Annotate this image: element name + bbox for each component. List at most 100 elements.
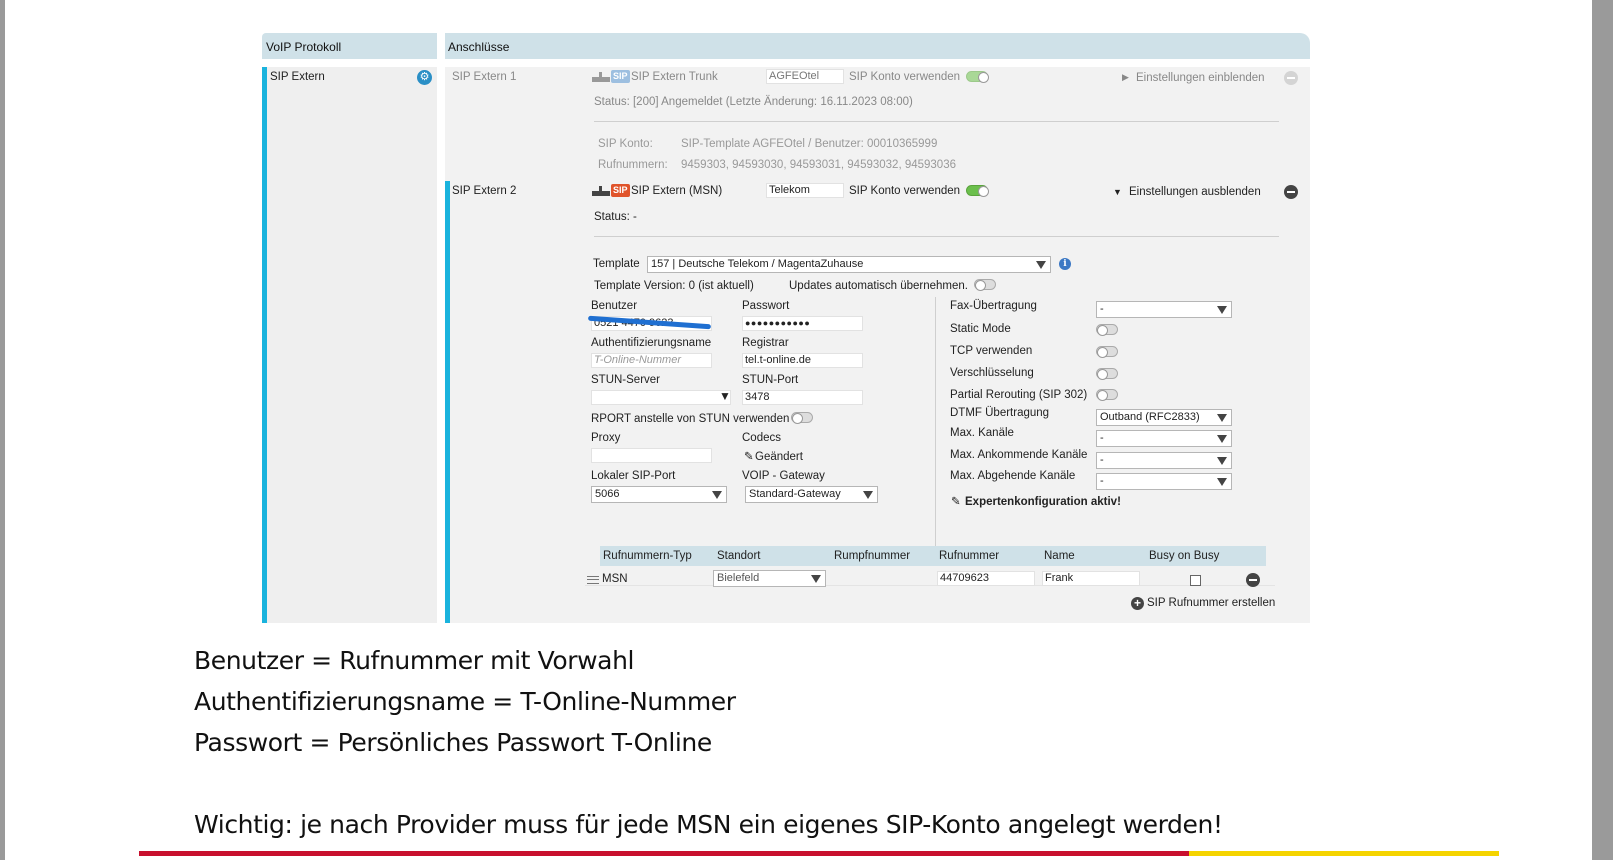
account-1-provider-field[interactable]: AGFEOtel [766,69,844,84]
plus-icon[interactable]: + [1131,597,1144,610]
static-mode-label: Static Mode [950,323,1011,335]
max-out-label: Max. Abgehende Kanäle [950,470,1076,482]
encryption-label: Verschlüsselung [950,367,1034,379]
local-port-label: Lokaler SIP-Port [591,470,676,482]
busy-on-busy-checkbox[interactable] [1190,575,1201,586]
account-1-name: SIP Extern 1 [452,71,517,83]
account-2-type: SIP Extern (MSN) [631,185,723,197]
name-field[interactable]: Frank [1042,571,1140,586]
dtmf-select[interactable]: Outband (RFC2833) [1096,409,1232,426]
account-1-use-label: SIP Konto verwenden [849,71,961,83]
column-divider [935,297,936,549]
window-edge-right [1592,0,1613,860]
max-out-select[interactable]: - [1096,473,1232,490]
account-2-provider-field[interactable]: Telekom [766,183,844,198]
chevron-down-icon [1217,306,1227,314]
remove-account-1-icon[interactable] [1284,71,1298,85]
rufnummer-field[interactable]: 44709623 [937,571,1035,586]
header-anschluesse: Anschlüsse [445,33,1310,59]
static-mode-toggle[interactable] [1096,324,1118,336]
collapse-caret-icon[interactable]: ▼ [1113,187,1122,197]
updates-label: Updates automatisch übernehmen. [789,280,968,292]
remove-account-2-icon[interactable] [1284,185,1298,199]
expert-config-link[interactable]: Expertenkonfiguration aktiv! [965,496,1121,508]
encryption-toggle[interactable] [1096,368,1118,380]
max-channels-label: Max. Kanäle [950,427,1014,439]
drag-handle-icon[interactable] [587,576,599,584]
note-line-1: Benutzer = Rufnummer mit Vorwahl [194,646,635,675]
pencil-icon: ✎ [951,496,961,508]
chevron-down-icon [863,491,873,499]
dtmf-label: DTMF Übertragung [950,407,1050,419]
standort-select[interactable]: Bielefeld [713,570,826,587]
protocol-column: SIP Extern ⚙ [262,67,437,623]
account-2-settings-toggle[interactable]: Einstellungen ausblenden [1129,186,1261,198]
gateway-label: VOIP - Gateway [742,470,825,482]
chevron-down-icon [1036,261,1046,269]
proxy-field[interactable] [591,448,712,463]
info-icon[interactable]: i [1059,258,1071,270]
col-rufnummer: Rufnummer [939,550,1000,562]
account-2-name: SIP Extern 2 [452,185,517,197]
updates-toggle[interactable] [974,279,996,291]
note-line-3: Passwort = Persönliches Passwort T-Onlin… [194,728,712,757]
max-channels-value: - [1100,432,1104,444]
divider [594,236,1279,237]
col-rufnummern-typ: Rufnummern-Typ [603,550,692,562]
footer-rule-red [139,851,1189,856]
chevron-down-icon [811,575,821,583]
divider [594,121,1279,122]
number-table-header: Rufnummern-Typ Standort Rumpfnummer Rufn… [600,546,1266,566]
max-in-select[interactable]: - [1096,452,1232,469]
sip-badge: SIP [611,184,630,197]
dtmf-value: Outband (RFC2833) [1100,411,1200,423]
fax-select[interactable]: - [1096,301,1232,318]
passwort-field[interactable]: ●●●●●●●●●●● [742,316,863,331]
col-rumpfnummer: Rumpfnummer [834,550,911,562]
tcp-toggle[interactable] [1096,346,1118,358]
partial-rerouting-toggle[interactable] [1096,389,1118,401]
phone-icon [592,186,610,196]
template-version: Template Version: 0 (ist aktuell) [594,280,754,292]
expand-caret-icon[interactable]: ▶ [1122,72,1129,83]
account-1-settings-toggle[interactable]: Einstellungen einblenden [1136,72,1265,84]
header-right-title: Anschlüsse [448,40,510,54]
stun-server-field[interactable] [591,390,731,405]
sidebar-item-sip-extern[interactable]: SIP Extern [270,71,325,83]
stun-server-label: STUN-Server [591,374,661,386]
chevron-down-icon [1217,414,1227,422]
rport-toggle[interactable] [791,412,813,424]
account-1-use-toggle[interactable] [966,71,989,83]
tcp-label: TCP verwenden [950,345,1033,357]
rufnummern-value: 9459303, 94593030, 94593031, 94593032, 9… [681,159,956,171]
stun-port-label: STUN-Port [742,374,799,386]
create-sip-number-link[interactable]: SIP Rufnummer erstellen [1147,597,1275,609]
divider [585,585,1275,586]
codecs-link[interactable]: Geändert [755,451,803,463]
auth-field[interactable]: T-Online-Nummer [591,353,712,368]
account-2-accent-bar [445,181,450,623]
footer-rule-yellow [1189,851,1499,856]
col-name: Name [1044,550,1075,562]
template-label: Template [593,258,640,270]
stun-port-field[interactable]: 3478 [742,390,863,405]
filter-dropdown-icon[interactable]: ▼ [719,389,731,403]
local-port-select[interactable]: 5066 [591,486,727,503]
registrar-field[interactable]: tel.t-online.de [742,353,863,368]
max-out-value: - [1100,475,1104,487]
account-2-use-toggle[interactable] [966,185,989,197]
remove-number-icon[interactable] [1246,573,1260,587]
local-port-value: 5066 [595,488,620,500]
connections-column: SIP Extern 1 SIP SIP Extern Trunk AGFEOt… [445,67,1310,623]
standort-value: Bielefeld [717,572,760,584]
note-line-2: Authentifizierungsname = T-Online-Nummer [194,687,736,716]
template-value: 157 | Deutsche Telekom / MagentaZuhause [651,258,864,270]
phone-icon [592,72,610,82]
max-channels-select[interactable]: - [1096,430,1232,447]
template-select[interactable]: 157 | Deutsche Telekom / MagentaZuhause [647,256,1051,273]
gateway-select[interactable]: Standard-Gateway [745,486,878,503]
codecs-label: Codecs [742,432,781,444]
gear-icon[interactable]: ⚙ [417,70,432,85]
auth-label: Authentifizierungsname [591,337,712,349]
note-important: Wichtig: je nach Provider muss für jede … [194,810,1223,839]
